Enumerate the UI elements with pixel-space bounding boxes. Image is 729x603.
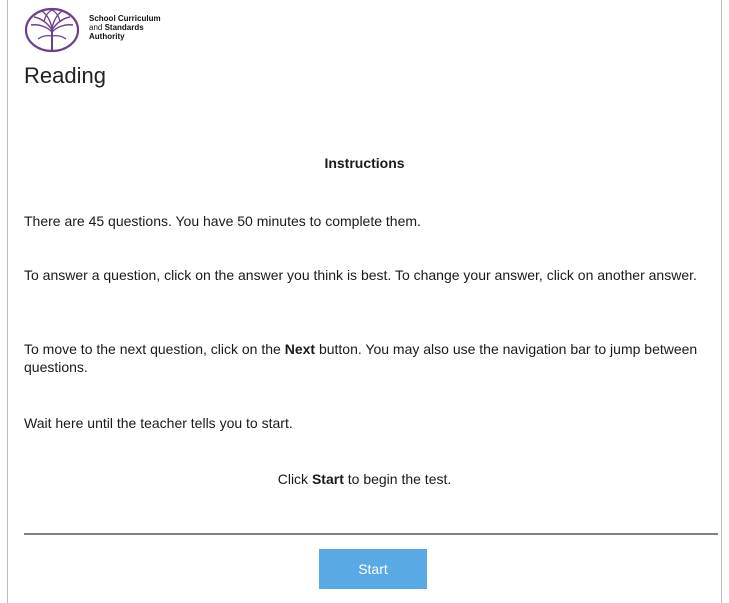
logo-wordmark: School Curriculum and Standards Authorit… <box>89 14 161 41</box>
instruction-start-word: Start <box>311 471 344 487</box>
instruction-navigation: To move to the next question, click on t… <box>24 340 714 376</box>
logo-line-3: Authority <box>89 32 125 41</box>
logo-line-1: School Curriculum <box>89 14 161 23</box>
instruction-question-count: There are 45 questions. You have 50 minu… <box>24 213 421 229</box>
instruction-answering: To answer a question, click on the answe… <box>24 267 697 283</box>
start-button[interactable]: Start <box>319 549 427 589</box>
instruction-navigation-text-1: To move to the next question, click on t… <box>24 341 285 357</box>
logo-line-2: and Standards <box>89 23 161 32</box>
instructions-heading: Instructions <box>324 155 405 171</box>
instruction-start-text-1: Click <box>277 471 312 487</box>
footer-divider <box>24 533 718 535</box>
instruction-start-text-2: to begin the test. <box>343 471 452 487</box>
scsa-logo: School Curriculum and Standards Authorit… <box>24 6 161 54</box>
page-title: Reading <box>24 63 106 88</box>
instruction-start: Click Start to begin the test. <box>7 470 722 488</box>
tree-circle-logo-icon <box>24 7 80 53</box>
content-frame <box>7 0 722 603</box>
instruction-navigation-next-word: Next <box>284 341 316 357</box>
logo-line-2-bold: Standards <box>104 23 144 32</box>
instruction-wait: Wait here until the teacher tells you to… <box>24 415 293 431</box>
logo-line-2-prefix: and <box>89 23 105 32</box>
